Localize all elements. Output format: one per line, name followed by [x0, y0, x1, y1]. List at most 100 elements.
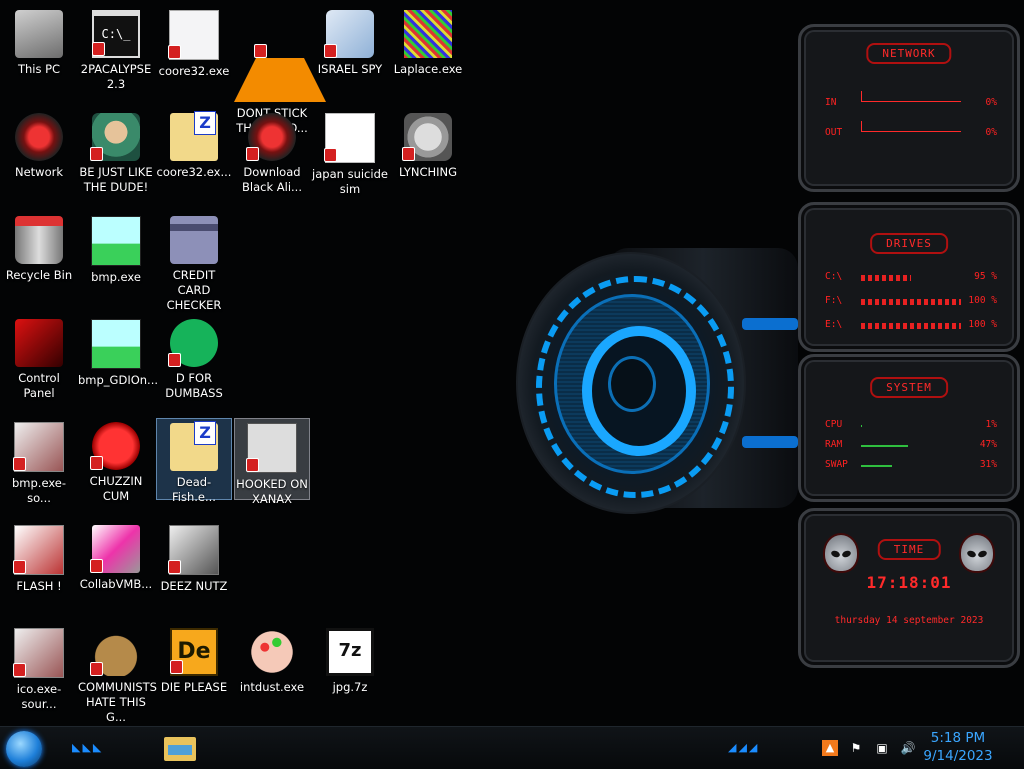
system-widget[interactable]: SYSTEM CPU 1% RAM 47% SWAP 31% — [798, 354, 1020, 502]
cmd-icon: C:\_ — [92, 10, 140, 58]
desktop-icon-label: Laplace.exe — [393, 62, 463, 76]
uac-shield-icon — [92, 42, 105, 56]
time-widget[interactable]: TIME 17:18:01 thursday 14 september 2023 — [798, 508, 1020, 668]
chuzz-icon — [90, 422, 140, 470]
uac-shield-icon — [90, 147, 103, 161]
drives-widget[interactable]: DRIVES C:\ 95 % F:\ 100 % E:\ 100 % — [798, 202, 1020, 352]
recycle-icon — [15, 216, 63, 264]
desktop-icon-label: CHUZZIN CUM — [89, 474, 143, 503]
network-widget[interactable]: NETWORK IN 0% OUT 0% — [798, 24, 1020, 192]
system-swap-row: SWAP 31% — [825, 459, 997, 473]
taskbar-deco-arrows: ◣◣◣ — [72, 741, 104, 754]
desktop-icon-jpg-7z[interactable]: 7z jpg.7z — [312, 624, 388, 720]
desktop-icon-label: Recycle Bin — [5, 268, 73, 282]
desktop-icon-label: CollabVMB... — [79, 577, 153, 591]
desktop-icon-label: This PC — [17, 62, 61, 76]
taskbar-clock-time: 5:18 PM — [930, 730, 986, 746]
desktop-icon-bmp-exe[interactable]: bmp.exe — [78, 212, 154, 308]
desktop-icon-chuzzin-cum[interactable]: CHUZZIN CUM — [78, 418, 154, 514]
drive-f-bar — [861, 299, 961, 305]
start-button[interactable] — [6, 731, 42, 767]
dude-icon — [90, 113, 140, 161]
desktop-icon-lynching[interactable]: LYNCHING — [390, 109, 466, 205]
flash-icon — [13, 525, 64, 575]
uac-shield-icon — [13, 560, 26, 574]
credit-icon — [170, 216, 218, 264]
swap-bar — [861, 465, 961, 467]
desktop-icon-be-just-like[interactable]: BE JUST LIKE THE DUDE! — [78, 109, 154, 205]
uac-shield-icon — [168, 560, 181, 574]
alien-head-icon — [823, 533, 859, 573]
japan-icon — [324, 113, 375, 163]
desktop-icon-credit-card[interactable]: CREDIT CARD CHECKER — [156, 212, 232, 312]
drive-c-label: C:\ — [825, 271, 843, 282]
file-explorer-taskbar-button[interactable] — [164, 733, 196, 763]
flag-icon[interactable]: ⚑ — [848, 740, 864, 756]
deez-icon — [168, 525, 219, 575]
network-in-graph — [861, 91, 961, 102]
desktop-icon-label: ico.exe-sour... — [16, 682, 62, 711]
desktop-icon-ico-exe-sour[interactable]: ico.exe-sour... — [1, 624, 77, 720]
desktop-icon-2pacalypse[interactable]: C:\_ 2PACALYPSE 2.3 — [78, 6, 154, 102]
desktop-icon-label: Control Panel — [18, 371, 60, 400]
desktop-icon-dont-stick[interactable]: DONT STICK THIS IN YO... — [234, 6, 326, 135]
desktop-icon-intdust[interactable]: intdust.exe — [234, 624, 310, 720]
desktop-icon-recycle-bin[interactable]: Recycle Bin — [1, 212, 77, 308]
desktop-icon-laplace[interactable]: Laplace.exe — [390, 6, 466, 102]
swap-value: 31% — [979, 459, 997, 470]
desktop-icon-die-please[interactable]: De DIE PLEASE — [156, 624, 232, 720]
drive-e-row: E:\ 100 % — [825, 319, 997, 333]
uac-shield-icon — [90, 456, 103, 470]
desktop-icon-label: HOOKED ON XANAX — [236, 477, 308, 506]
network-out-graph — [861, 121, 961, 132]
uac-shield-icon — [168, 45, 181, 59]
network-in-row: IN 0% — [825, 91, 997, 111]
desktop-icon-control-panel[interactable]: Control Panel — [1, 315, 77, 411]
uac-shield-icon — [13, 457, 26, 471]
desktop-icon-network[interactable]: Network — [1, 109, 77, 205]
desktop-icon-japan-suicide[interactable]: japan suicide sim — [312, 109, 388, 205]
desktop-icon-israel-spy[interactable]: ISRAEL SPY — [312, 6, 388, 102]
network-in-value: 0% — [985, 97, 997, 108]
taskbar-deco-arrows: ◢◢◢ — [728, 741, 760, 754]
hooked-icon — [246, 423, 297, 473]
network-out-row: OUT 0% — [825, 121, 997, 141]
drive-f-value: 100 % — [968, 295, 997, 306]
desktop-icon-label: DEEZ NUTZ — [160, 579, 228, 593]
desktop-icon-bmp-gdi[interactable]: bmp_GDIOn... — [78, 315, 158, 411]
desktop-icon-communists[interactable]: COMMUNISTS HATE THIS G... — [78, 624, 157, 724]
desktop-icon-label: DIE PLEASE — [160, 680, 228, 694]
desktop-icon-label: coore32.exe — [158, 64, 230, 78]
desktop-icon-d-for-dumbass[interactable]: D FOR DUMBASS — [156, 315, 232, 411]
bmpso-icon — [13, 422, 64, 472]
desktop-icon-coore32-zip[interactable]: coore32.ex... — [156, 109, 232, 205]
desktop-icon-deez-nutz[interactable]: DEEZ NUTZ — [156, 521, 232, 617]
desktop-icon-dead-fish[interactable]: Dead-Fish.e... — [156, 418, 232, 504]
desktop-icon-label: bmp.exe-so... — [11, 476, 66, 505]
network-out-label: OUT — [825, 127, 843, 138]
desktop-icon-flash[interactable]: FLASH ! — [1, 521, 77, 617]
zip-icon — [170, 421, 218, 471]
network-in-label: IN — [825, 97, 837, 108]
taskbar-clock[interactable]: 5:18 PM 9/14/2023 — [910, 729, 1006, 765]
disc-stripe — [742, 318, 798, 330]
cpu-label: CPU — [825, 419, 843, 430]
desktop-icon-collabvmb[interactable]: CollabVMB... — [78, 521, 154, 617]
drive-c-bar — [861, 275, 911, 281]
alien-icon — [15, 113, 63, 161]
die-icon: De — [170, 628, 218, 676]
thispc-icon — [15, 10, 63, 58]
desktop-icon-this-pc[interactable]: This PC — [1, 6, 77, 102]
desktop-icon-bmp-exe-so[interactable]: bmp.exe-so... — [1, 418, 77, 514]
network-icon[interactable]: ▣ — [874, 740, 890, 756]
alien-head-icon — [959, 533, 995, 573]
desktop-icon-hooked-on[interactable]: HOOKED ON XANAX — [234, 418, 310, 506]
zip-icon — [170, 111, 218, 161]
system-ram-row: RAM 47% — [825, 439, 997, 453]
desktop-icon-coore32-exe[interactable]: coore32.exe — [156, 6, 232, 102]
ai-icon[interactable]: ▲ — [822, 740, 838, 756]
paint-icon — [248, 628, 296, 676]
desktop-icon-download-black[interactable]: Download Black Ali... — [234, 109, 310, 205]
system-cpu-row: CPU 1% — [825, 419, 997, 433]
ram-label: RAM — [825, 439, 843, 450]
